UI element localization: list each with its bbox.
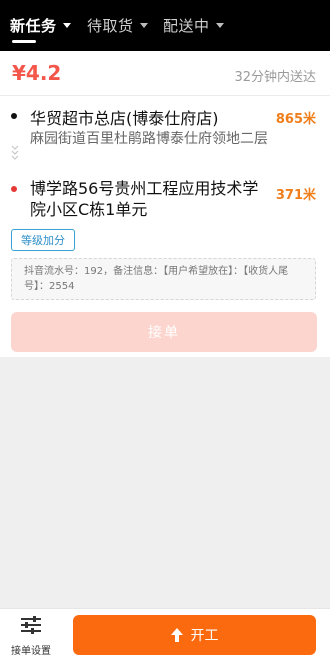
chevron-down-icon (215, 23, 224, 28)
active-tab-indicator (12, 40, 36, 43)
start-work-button[interactable]: 开工 (73, 615, 316, 655)
delivery-time: 32分钟内送达 (234, 70, 316, 85)
dropoff-distance: 371米 (275, 188, 316, 203)
divider (0, 95, 330, 96)
tab-pending-pickup[interactable]: 待取货 (87, 0, 148, 51)
tab-new-tasks-label: 新任务 (10, 17, 57, 35)
pickup-dot-icon (11, 113, 17, 119)
tab-delivering-label: 配送中 (163, 17, 210, 35)
route-chevron-icon (11, 145, 19, 160)
bottom-bar: 接单设置 开工 (0, 608, 330, 659)
pickup-store-name: 华贸超市总店(博泰仕府店) (30, 109, 219, 128)
grab-order-button[interactable]: 接单 (11, 312, 317, 352)
sliders-icon (21, 616, 41, 634)
pickup-address: 麻园街道百里杜鹃路博泰仕府领地二层 (30, 131, 268, 147)
dropoff-address: 博学路56号贵州工程应用技术学院小区C栋1单元 (30, 179, 259, 219)
order-settings-label: 接单设置 (11, 646, 51, 657)
tab-new-tasks[interactable]: 新任务 (10, 0, 71, 51)
arrow-up-icon (170, 628, 183, 642)
order-note: 抖音流水号：192，备注信息：【用户希望放在】：【收货人尾号】：2554 (11, 258, 316, 300)
top-tab-bar: 新任务 待取货 配送中 (0, 0, 330, 51)
chevron-down-icon (62, 23, 71, 28)
pickup-distance: 865米 (275, 112, 316, 127)
order-card[interactable]: ¥4.2 32分钟内送达 华贸超市总店(博泰仕府店) 865米 麻园街道百里杜鹃… (0, 51, 330, 357)
tab-pending-pickup-label: 待取货 (87, 17, 134, 35)
tab-delivering[interactable]: 配送中 (163, 0, 224, 51)
level-bonus-badge: 等级加分 (11, 229, 75, 251)
order-price: ¥4.2 (12, 61, 62, 85)
chevron-down-icon (139, 23, 148, 28)
order-settings-button[interactable]: 接单设置 (0, 609, 62, 659)
dropoff-dot-icon (11, 186, 17, 192)
start-work-label: 开工 (190, 628, 219, 644)
